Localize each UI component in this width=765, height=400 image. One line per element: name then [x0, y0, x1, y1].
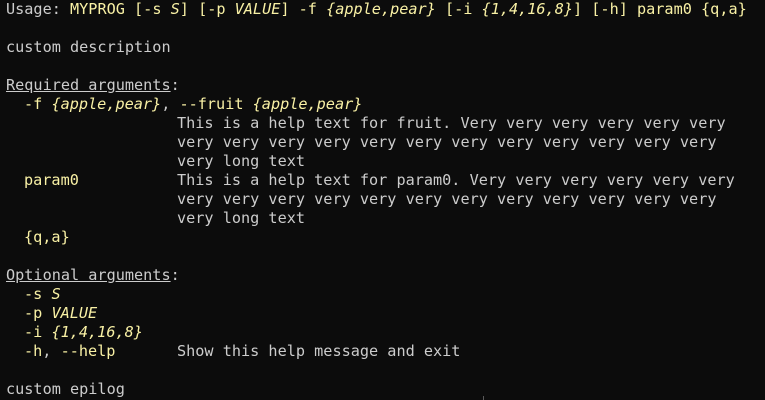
usage-positionals: param0 {q,a}	[627, 0, 747, 18]
param0-help-line-1: This is a help text for param0. Very ver…	[177, 171, 735, 189]
optional-heading: Optional arguments:	[6, 266, 180, 285]
usage-line: Usage: MYPROG [-s S] [-p VALUE] -f {appl…	[6, 0, 747, 19]
s-metavar: S	[51, 285, 61, 303]
usage-f-flag: -f	[289, 0, 327, 18]
usage-p-open: [-p	[188, 0, 235, 18]
fruit-help-line-1: This is a help text for fruit. Very very…	[177, 114, 726, 132]
usage-p-metavar: VALUE	[234, 0, 281, 18]
usage-i-close: ]	[572, 0, 583, 18]
mouse-cursor-mark	[483, 396, 484, 400]
usage-prog-name: MYPROG	[70, 0, 125, 18]
required-heading-text: Required arguments	[6, 76, 171, 94]
help-long-flag: --help	[60, 342, 116, 360]
p-metavar: VALUE	[51, 304, 98, 322]
p-option: -p VALUE	[24, 304, 97, 323]
usage-f-metavar: {apple,pear}	[326, 0, 436, 18]
choice-positional: {q,a}	[24, 228, 70, 246]
param0-help-line-3: very long text	[177, 209, 306, 227]
i-metavar: {1,4,16,8}	[51, 323, 143, 341]
usage-i-metavar: {1,4,16,8}	[481, 0, 573, 18]
fruit-help-line-2: very very very very very very very very …	[177, 133, 717, 151]
required-heading-colon: :	[170, 76, 180, 94]
i-flag: -i	[24, 323, 43, 341]
s-flag: -s	[24, 285, 43, 303]
fruit-long-flag: --fruit	[179, 95, 244, 113]
param0-help-line-2: very very very very very very very very …	[177, 190, 717, 208]
fruit-short-flag: -f	[24, 95, 43, 113]
fruit-option: -f {apple,pear}, --fruit {apple,pear}	[24, 95, 362, 114]
help-option: -h, --help	[24, 342, 115, 361]
p-flag: -p	[24, 304, 43, 322]
required-heading: Required arguments:	[6, 76, 180, 95]
description-line: custom description	[6, 38, 171, 56]
usage-s-close: ]	[179, 0, 189, 18]
usage-s-metavar: S	[170, 0, 180, 18]
terminal-window[interactable]: Usage: MYPROG [-s S] [-p VALUE] -f {appl…	[6, 0, 765, 400]
fruit-separator: ,	[161, 95, 180, 113]
usage-s-open: [-s	[124, 0, 171, 18]
help-separator: ,	[42, 342, 61, 360]
fruit-help-line-3: very long text	[177, 152, 306, 170]
usage-p-close: ]	[280, 0, 290, 18]
usage-i-open: [-i	[435, 0, 482, 18]
fruit-long-metavar: {apple,pear}	[252, 95, 363, 113]
help-option-description: Show this help message and exit	[177, 342, 461, 360]
usage-h-flag: [-h]	[582, 0, 628, 18]
fruit-short-metavar: {apple,pear}	[51, 95, 162, 113]
i-option: -i {1,4,16,8}	[24, 323, 143, 342]
usage-label: Usage:	[6, 0, 71, 18]
param0-name: param0	[24, 171, 79, 189]
help-short-flag: -h	[24, 342, 43, 360]
optional-heading-text: Optional arguments	[6, 266, 171, 284]
optional-heading-colon: :	[170, 266, 180, 284]
epilog-line: custom epilog	[6, 380, 125, 398]
s-option: -s S	[24, 285, 61, 304]
